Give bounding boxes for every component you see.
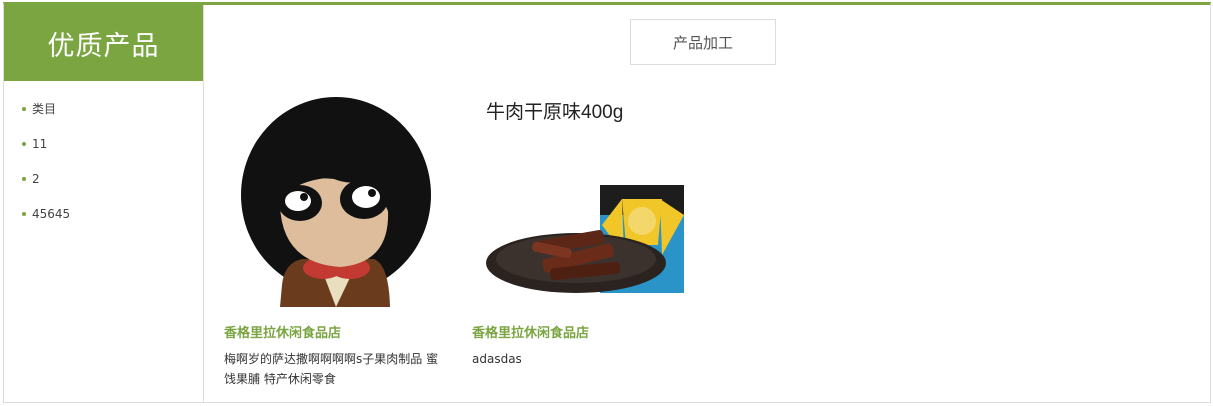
category-list: 类目 11 2 45645 bbox=[4, 81, 203, 231]
category-sidebar: 优质产品 类目 11 2 45645 bbox=[4, 5, 204, 402]
product-card[interactable]: 牛肉干原味400g 香格里拉休闲食品店 adasdas bbox=[472, 95, 688, 369]
sidebar-item-2[interactable]: 2 bbox=[22, 161, 203, 196]
sidebar-item-label: 11 bbox=[32, 136, 48, 151]
tab-product-processing[interactable]: 产品加工 bbox=[630, 19, 776, 65]
beef-jerky-package-icon[interactable]: 牛肉干原味400g bbox=[472, 95, 688, 307]
sidebar-title: 优质产品 bbox=[4, 5, 203, 81]
bullet-icon bbox=[22, 141, 26, 146]
sidebar-item-label: 45645 bbox=[32, 206, 71, 221]
sidebar-item-label: 类目 bbox=[32, 102, 57, 116]
bullet-icon bbox=[22, 176, 26, 181]
bullet-icon bbox=[22, 106, 26, 111]
bullet-icon bbox=[22, 211, 26, 216]
product-card[interactable]: 香格里拉休闲食品店 梅啊岁的萨达撒啊啊啊啊s子果肉制品 蜜饯果脯 特产休闲零食 bbox=[224, 95, 440, 389]
cartoon-girl-avatar-icon[interactable] bbox=[224, 95, 440, 307]
product-panel: 优质产品 类目 11 2 45645 产品加工 香格里拉休闲食品店 梅啊岁的萨达… bbox=[3, 2, 1211, 403]
product-description: adasdas bbox=[472, 352, 522, 366]
sidebar-item-label: 2 bbox=[32, 171, 40, 186]
product-description: 梅啊岁的萨达撒啊啊啊啊s子果肉制品 蜜饯果脯 特产休闲零食 bbox=[224, 352, 439, 386]
sidebar-item-45645[interactable]: 45645 bbox=[22, 196, 203, 231]
product-main: 产品加工 香格里拉休闲食品店 梅啊岁的萨达撒啊啊啊啊s子果肉制品 蜜饯果脯 特产… bbox=[204, 5, 1210, 402]
sidebar-item-11[interactable]: 11 bbox=[22, 126, 203, 161]
shop-name-link[interactable]: 香格里拉休闲食品店 bbox=[224, 322, 440, 341]
sidebar-item-category[interactable]: 类目 bbox=[22, 91, 203, 126]
shop-name-link[interactable]: 香格里拉休闲食品店 bbox=[472, 322, 688, 341]
